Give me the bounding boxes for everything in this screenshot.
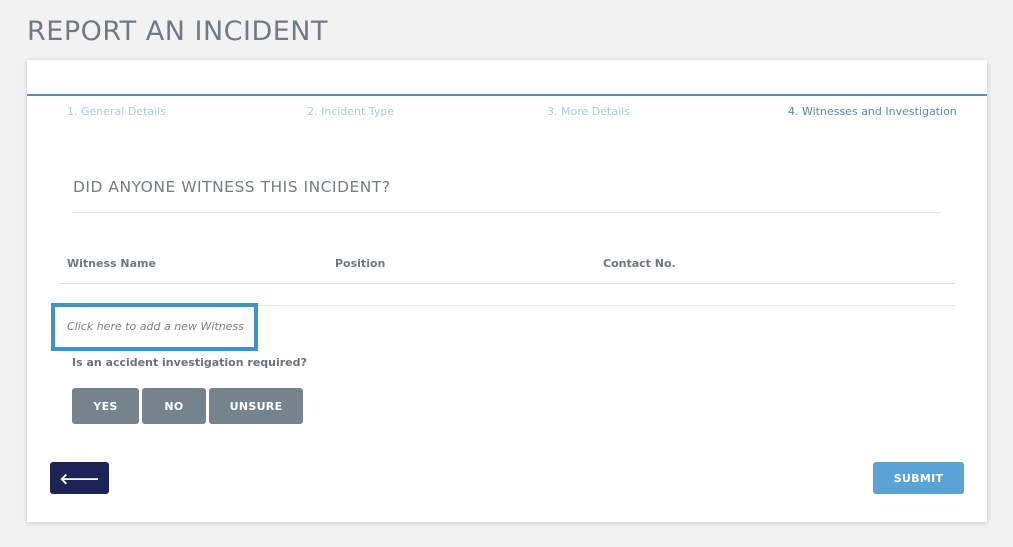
investigation-yes-button[interactable]: YES	[72, 388, 139, 424]
investigation-no-button[interactable]: NO	[142, 388, 206, 424]
column-header-position: Position	[335, 257, 386, 270]
section-divider	[72, 212, 941, 213]
step-general-details[interactable]: 1. General Details	[67, 105, 166, 118]
page-title: REPORT AN INCIDENT	[27, 16, 328, 47]
step-more-details[interactable]: 3. More Details	[547, 105, 630, 118]
investigation-question: Is an accident investigation required?	[72, 356, 307, 369]
add-witness-link[interactable]: Click here to add a new Witness	[51, 303, 258, 351]
arrow-left-icon: 🡐	[59, 469, 100, 488]
back-button[interactable]: 🡐	[50, 462, 109, 494]
witness-section-title: DID ANYONE WITNESS THIS INCIDENT?	[73, 178, 391, 196]
wizard-steps: 1. General Details 2. Incident Type 3. M…	[27, 94, 987, 132]
column-header-contact-no: Contact No.	[603, 257, 676, 270]
column-header-witness-name: Witness Name	[67, 257, 156, 270]
table-header-divider	[59, 283, 955, 284]
step-witnesses-investigation[interactable]: 4. Witnesses and Investigation	[788, 105, 957, 118]
step-incident-type[interactable]: 2. Incident Type	[307, 105, 394, 118]
investigation-unsure-button[interactable]: UNSURE	[209, 388, 303, 424]
submit-button[interactable]: SUBMIT	[873, 462, 964, 494]
incident-form-card: 1. General Details 2. Incident Type 3. M…	[27, 60, 987, 522]
